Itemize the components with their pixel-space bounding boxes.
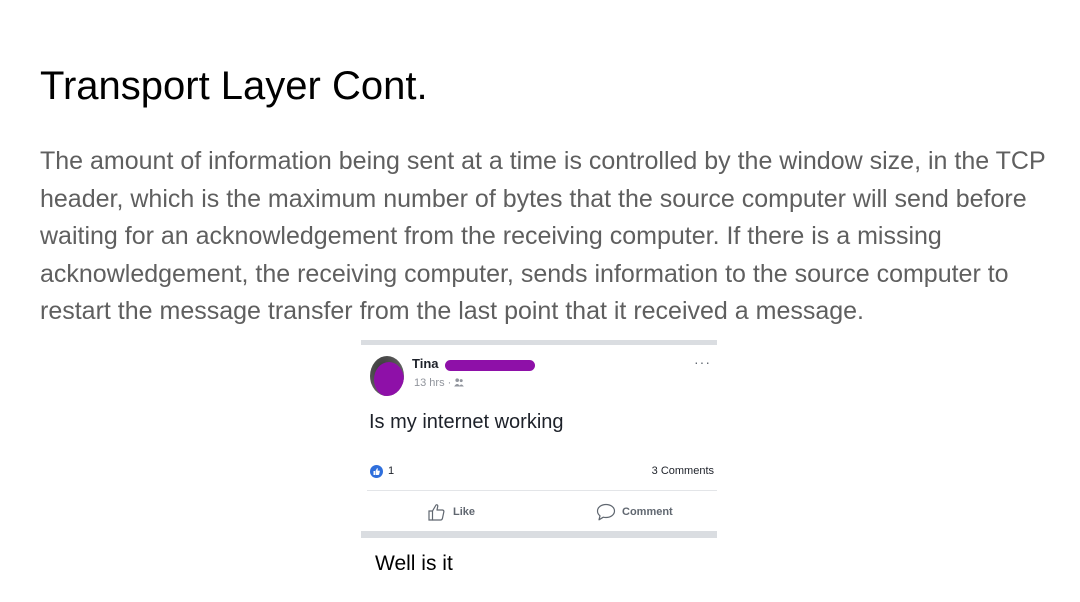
meta-separator: ·: [447, 377, 452, 389]
post-top-border: [361, 340, 717, 345]
facebook-post-screenshot: Tina 13 hrs · ··· Is my internet working…: [361, 340, 717, 538]
more-options-button[interactable]: ···: [694, 354, 711, 370]
comment-icon: [596, 503, 616, 521]
like-icon: [428, 504, 445, 521]
friends-icon: [454, 378, 465, 387]
comment-button[interactable]: Comment: [596, 501, 673, 523]
comments-count-link[interactable]: 3 Comments: [652, 464, 714, 478]
thumbs-up-icon: [370, 465, 383, 478]
slide-body-text: The amount of information being sent at …: [40, 147, 1046, 325]
avatar-redaction: [374, 362, 404, 396]
image-caption: Well is it: [375, 552, 453, 575]
post-text: Is my internet working: [369, 411, 564, 433]
author-name[interactable]: Tina: [412, 356, 439, 372]
like-label: Like: [453, 506, 476, 518]
like-button[interactable]: Like: [427, 501, 475, 523]
post-meta: 13 hrs ·: [414, 376, 465, 390]
avatar[interactable]: [370, 356, 404, 396]
author-name-redaction: [445, 360, 535, 371]
reaction-count[interactable]: 1: [388, 464, 394, 478]
post-bottom-border: [361, 531, 717, 538]
actions-divider: [367, 490, 717, 491]
slide-title: Transport Layer Cont.: [40, 64, 428, 108]
post-time[interactable]: 13 hrs: [414, 377, 445, 389]
comment-label: Comment: [622, 506, 673, 518]
